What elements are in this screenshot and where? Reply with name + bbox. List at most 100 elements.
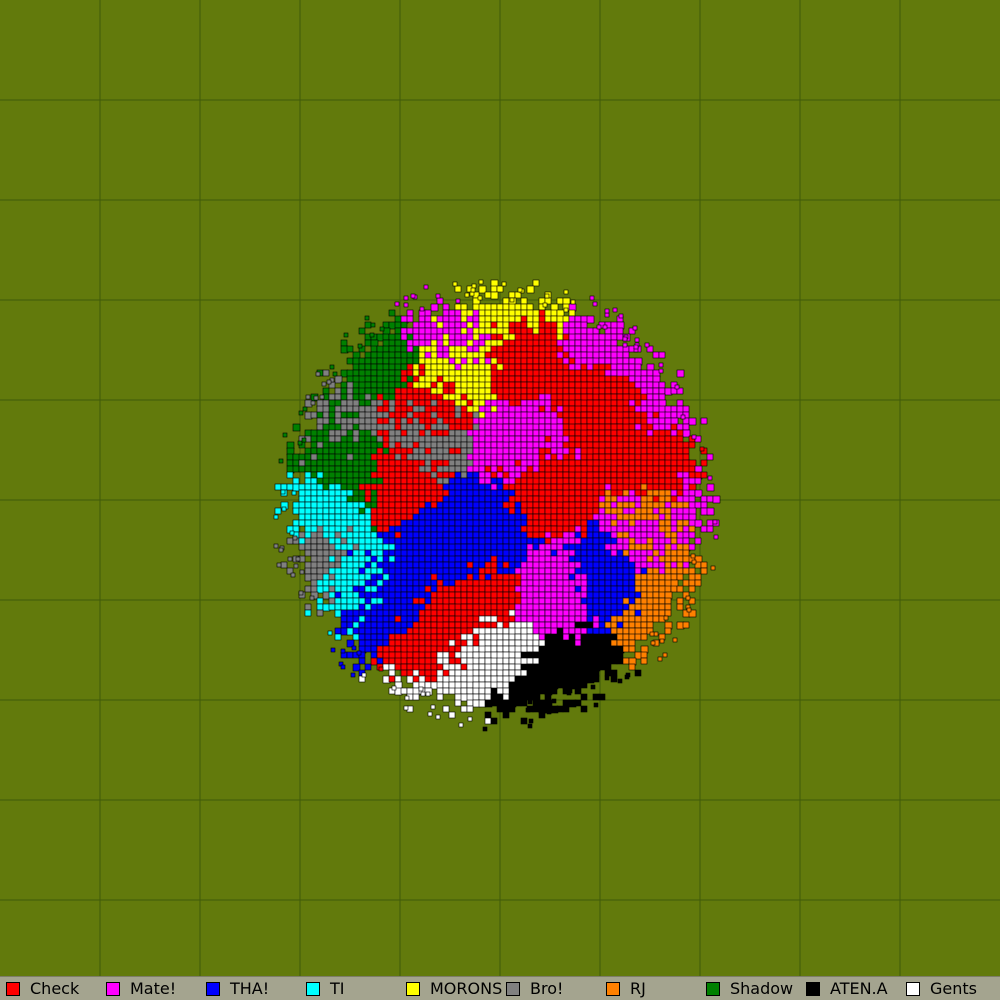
village-cell[interactable] (304, 471, 312, 479)
village-cell[interactable] (472, 567, 480, 575)
village-cell[interactable] (394, 627, 402, 635)
village-cell[interactable] (640, 501, 648, 509)
village-cell[interactable] (542, 302, 548, 308)
village-cell[interactable] (464, 292, 470, 298)
village-cell[interactable] (406, 387, 414, 395)
village-cell[interactable] (514, 453, 522, 461)
village-cell[interactable] (364, 411, 372, 419)
village-cell[interactable] (472, 477, 480, 485)
village-cell[interactable] (496, 621, 504, 629)
village-cell[interactable] (616, 453, 624, 461)
village-cell[interactable] (364, 339, 372, 347)
village-cell[interactable] (412, 441, 420, 449)
village-cell[interactable] (580, 693, 588, 701)
village-cell[interactable] (472, 615, 480, 623)
village-cell[interactable] (496, 627, 504, 635)
village-cell[interactable] (460, 597, 468, 605)
village-cell[interactable] (616, 447, 624, 455)
village-cell[interactable] (556, 411, 564, 419)
village-cell[interactable] (490, 315, 498, 323)
village-cell[interactable] (556, 441, 564, 449)
village-cell[interactable] (364, 495, 372, 503)
village-cell[interactable] (490, 603, 498, 611)
village-cell[interactable] (412, 657, 420, 665)
village-cell[interactable] (448, 669, 456, 677)
village-cell[interactable] (406, 621, 414, 629)
village-cell[interactable] (442, 633, 450, 641)
village-cell[interactable] (466, 609, 474, 617)
village-cell[interactable] (640, 435, 648, 443)
village-cell[interactable] (328, 579, 336, 587)
village-cell[interactable] (478, 321, 486, 329)
village-cell[interactable] (574, 561, 582, 569)
village-cell[interactable] (382, 501, 390, 509)
village-cell[interactable] (424, 567, 432, 575)
village-cell[interactable] (478, 381, 486, 389)
village-cell[interactable] (305, 394, 311, 400)
village-cell[interactable] (448, 399, 456, 407)
village-cell[interactable] (490, 543, 498, 551)
village-cell[interactable] (442, 507, 450, 515)
village-cell[interactable] (412, 423, 420, 431)
village-cell[interactable] (550, 543, 558, 551)
village-cell[interactable] (628, 609, 636, 617)
village-cell[interactable] (568, 663, 576, 671)
village-cell[interactable] (340, 585, 348, 593)
village-cell[interactable] (394, 459, 402, 467)
village-cell[interactable] (598, 435, 606, 443)
village-cell[interactable] (538, 327, 546, 335)
village-cell[interactable] (400, 423, 408, 431)
village-cell[interactable] (592, 357, 600, 365)
village-cell[interactable] (670, 507, 678, 515)
village-cell[interactable] (664, 495, 672, 503)
village-cell[interactable] (472, 543, 480, 551)
village-cell[interactable] (430, 471, 438, 479)
village-cell[interactable] (406, 603, 414, 611)
village-cell[interactable] (646, 621, 654, 629)
village-cell[interactable] (598, 501, 606, 509)
village-cell[interactable] (412, 669, 420, 677)
village-cell[interactable] (400, 657, 408, 665)
village-cell[interactable] (700, 561, 708, 569)
village-cell[interactable] (508, 465, 516, 473)
village-cell[interactable] (478, 327, 486, 335)
village-cell[interactable] (472, 489, 480, 497)
village-cell[interactable] (310, 567, 318, 575)
village-cell[interactable] (604, 447, 612, 455)
village-cell[interactable] (340, 381, 348, 389)
village-cell[interactable] (454, 447, 462, 455)
village-cell[interactable] (544, 681, 552, 689)
village-cell[interactable] (508, 675, 516, 683)
village-cell[interactable] (454, 603, 462, 611)
village-cell[interactable] (412, 549, 420, 557)
village-cell[interactable] (313, 395, 319, 401)
village-cell[interactable] (460, 483, 468, 491)
village-cell[interactable] (490, 327, 498, 335)
village-cell[interactable] (418, 537, 426, 545)
village-cell[interactable] (364, 363, 372, 371)
village-cell[interactable] (412, 321, 420, 329)
village-cell[interactable] (460, 537, 468, 545)
village-cell[interactable] (328, 417, 336, 425)
village-cell[interactable] (628, 393, 636, 401)
village-cell[interactable] (454, 459, 462, 467)
village-cell[interactable] (382, 597, 390, 605)
village-cell[interactable] (502, 369, 510, 377)
village-cell[interactable] (562, 573, 570, 581)
village-cell[interactable] (358, 585, 366, 593)
village-cell[interactable] (646, 375, 654, 383)
village-cell[interactable] (592, 465, 600, 473)
village-cell[interactable] (586, 417, 594, 425)
village-cell[interactable] (610, 447, 618, 455)
village-cell[interactable] (334, 525, 342, 533)
village-cell[interactable] (568, 519, 576, 527)
village-cell[interactable] (502, 531, 510, 539)
village-cell[interactable] (592, 411, 600, 419)
village-cell[interactable] (580, 651, 588, 659)
village-cell[interactable] (562, 495, 570, 503)
village-cell[interactable] (532, 537, 540, 545)
village-cell[interactable] (454, 507, 462, 515)
village-cell[interactable] (514, 567, 522, 575)
village-cell[interactable] (340, 555, 348, 563)
village-cell[interactable] (514, 681, 522, 689)
